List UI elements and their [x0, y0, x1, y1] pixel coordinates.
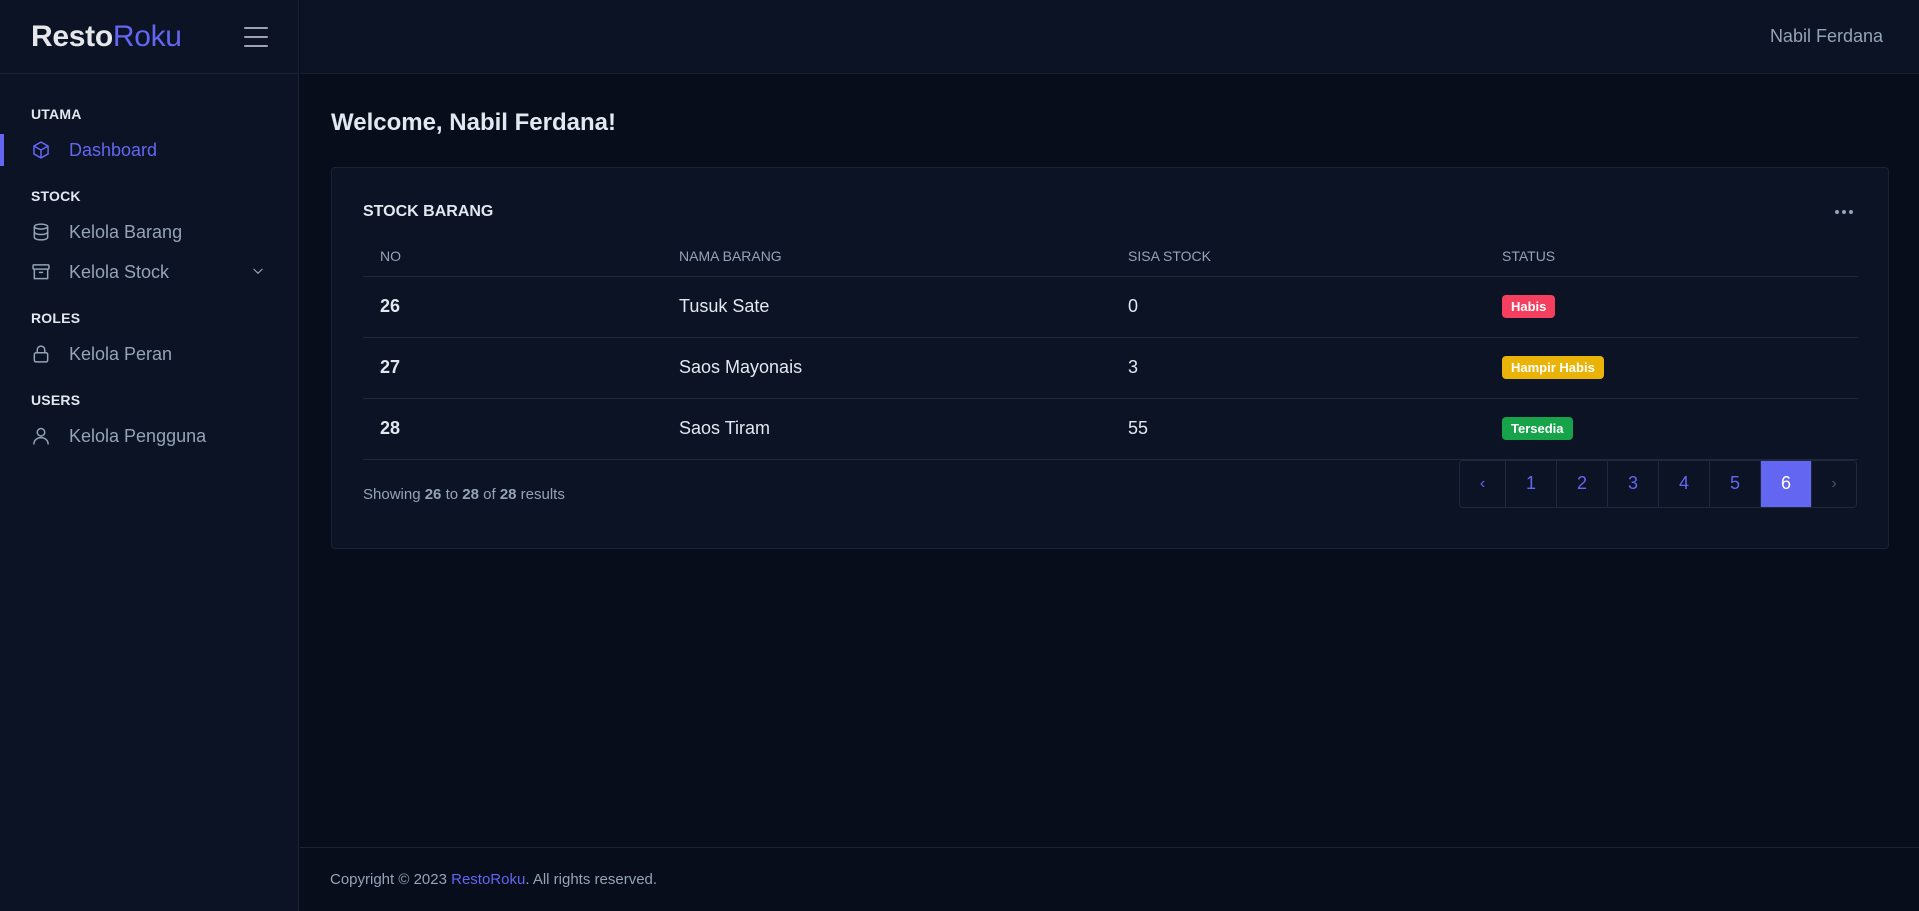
cell-name: Tusuk Sate	[662, 276, 1111, 338]
column-header-no: NO	[363, 236, 662, 277]
sidebar-item-kelola-stock[interactable]: Kelola Stock	[0, 256, 298, 288]
table-header-row: NO NAMA BARANG SISA STOCK STATUS	[363, 236, 1858, 277]
nav-heading: STOCK	[31, 188, 81, 204]
lock-icon	[31, 344, 51, 364]
cell-status: Tersedia	[1485, 398, 1858, 460]
card-title: STOCK BARANG	[363, 203, 494, 220]
prev-page-button[interactable]: ‹	[1460, 460, 1505, 507]
footer-brand-link[interactable]: RestoRoku	[451, 871, 525, 888]
page-button-1[interactable]: 1	[1505, 460, 1556, 507]
nav-group-roles: ROLES Kelola Peran	[0, 310, 298, 370]
nav-heading: UTAMA	[31, 106, 82, 122]
nav-heading: ROLES	[31, 310, 81, 326]
copyright-text: Copyright © 2023	[330, 871, 447, 888]
results-summary: Showing 26 to 28 of 28 results	[363, 485, 565, 503]
cell-no: 26	[363, 276, 662, 338]
chevron-down-icon[interactable]	[251, 262, 265, 283]
footer: Copyright © 2023 RestoRoku. All rights r…	[300, 847, 1919, 911]
sidebar-item-kelola-peran[interactable]: Kelola Peran	[0, 338, 298, 370]
column-header-sisa-stock: SISA STOCK	[1111, 236, 1485, 277]
cell-status: Habis	[1485, 276, 1858, 338]
page-button-3[interactable]: 3	[1607, 460, 1658, 507]
nav-group-stock: STOCK Kelola Barang Kelola Stock	[0, 188, 298, 288]
cell-stock: 55	[1111, 398, 1485, 460]
brand-bar: RestoRoku	[0, 0, 298, 74]
cell-name: Saos Tiram	[662, 398, 1111, 460]
card-header: STOCK BARANG	[363, 200, 1857, 224]
sidebar-nav: UTAMA Dashboard STOCK Kelola Barang Kelo…	[0, 74, 298, 452]
top-bar: Nabil Ferdana	[300, 0, 1919, 74]
nav-heading: USERS	[31, 392, 81, 408]
nav-group-utama: UTAMA Dashboard	[0, 106, 298, 166]
main-content: Welcome, Nabil Ferdana! STOCK BARANG NO …	[300, 75, 1919, 847]
stock-card: STOCK BARANG NO NAMA BARANG SISA STOCK S…	[331, 167, 1889, 549]
table-row: 26 Tusuk Sate 0 Habis	[363, 276, 1858, 338]
cell-stock: 3	[1111, 337, 1485, 399]
sidebar-item-label: Kelola Stock	[69, 261, 170, 282]
cell-no: 28	[363, 398, 662, 460]
pagination: ‹ 1 2 3 4 5 6 ›	[1459, 459, 1857, 508]
cell-no: 27	[363, 337, 662, 399]
table-row: 28 Saos Tiram 55 Tersedia	[363, 398, 1858, 460]
page-button-6[interactable]: 6	[1760, 460, 1811, 507]
nav-group-users: USERS Kelola Pengguna	[0, 392, 298, 452]
page-button-2[interactable]: 2	[1556, 460, 1607, 507]
table-footer: Showing 26 to 28 of 28 results ‹ 1 2 3 4…	[363, 459, 1857, 508]
brand-logo[interactable]: RestoRoku	[31, 20, 182, 54]
cell-name: Saos Mayonais	[662, 337, 1111, 399]
sidebar-item-label: Dashboard	[69, 139, 158, 160]
page-title: Welcome, Nabil Ferdana!	[331, 109, 616, 136]
cell-status: Hampir Habis	[1485, 337, 1858, 399]
page-button-4[interactable]: 4	[1658, 460, 1709, 507]
status-badge: Hampir Habis	[1502, 356, 1604, 379]
page-button-5[interactable]: 5	[1709, 460, 1760, 507]
sidebar-item-label: Kelola Peran	[69, 343, 173, 364]
status-badge: Habis	[1502, 295, 1556, 318]
copyright-suffix: . All rights reserved.	[525, 871, 658, 888]
brand-part-1: Resto	[31, 19, 113, 53]
user-menu[interactable]: Nabil Ferdana	[1770, 26, 1883, 47]
database-icon	[31, 222, 51, 242]
column-header-status: STATUS	[1485, 236, 1858, 277]
next-page-button[interactable]: ›	[1811, 460, 1856, 507]
sidebar-item-kelola-barang[interactable]: Kelola Barang	[0, 216, 298, 248]
column-header-nama-barang: NAMA BARANG	[662, 236, 1111, 277]
sidebar-item-label: Kelola Pengguna	[69, 425, 207, 446]
more-options-icon[interactable]	[1831, 206, 1857, 218]
status-badge: Tersedia	[1502, 417, 1573, 440]
sidebar-item-dashboard[interactable]: Dashboard	[0, 134, 298, 166]
stock-table: NO NAMA BARANG SISA STOCK STATUS 26 Tusu…	[363, 236, 1858, 460]
archive-icon	[31, 262, 51, 282]
sidebar-item-label: Kelola Barang	[69, 221, 183, 242]
sidebar-item-kelola-pengguna[interactable]: Kelola Pengguna	[0, 420, 298, 452]
brand-part-2: Roku	[112, 19, 182, 53]
user-icon	[31, 426, 51, 446]
menu-toggle-icon[interactable]	[244, 26, 268, 47]
cell-stock: 0	[1111, 276, 1485, 338]
cube-icon	[31, 140, 51, 160]
table-row: 27 Saos Mayonais 3 Hampir Habis	[363, 337, 1858, 399]
sidebar: RestoRoku UTAMA Dashboard STOCK Kelola B…	[0, 0, 299, 911]
